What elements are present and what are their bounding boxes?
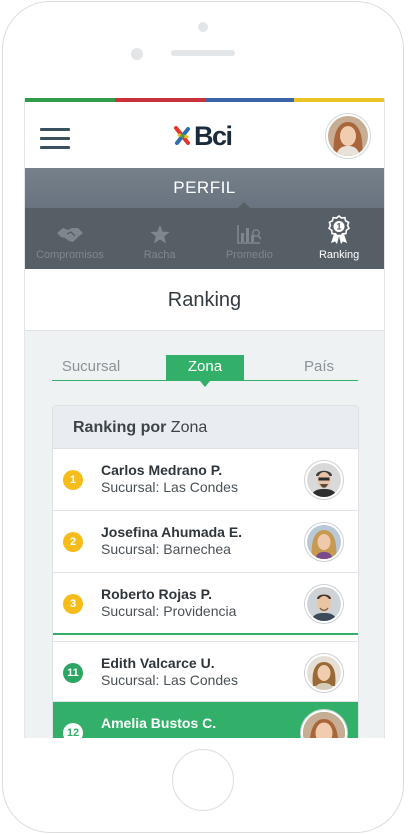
ranking-card: Ranking por Zona 1 Carlos Medrano P. Suc… [52,405,359,738]
page-title: Ranking [25,269,384,331]
ranking-card-header: Ranking por Zona [53,406,358,449]
employee-avatar [301,710,347,738]
employee-name: Roberto Rojas P. [101,586,212,602]
employee-name: Josefina Ahumada E. [101,524,243,540]
tab-label-compromisos: Compromisos [35,249,104,261]
tab-label-ranking: Ranking [318,249,360,261]
tab-promedio[interactable]: Promedio [205,208,295,269]
rank-badge: 12 [63,723,83,738]
ranking-row[interactable]: 3 Roberto Rojas P. Sucursal: Providencia [53,573,358,635]
bci-logo-text: Bci [194,120,233,151]
proximity-sensor [131,48,143,60]
ranking-row[interactable]: 2 Josefina Ahumada E. Sucursal: Barneche… [53,511,358,573]
tab-racha[interactable]: Racha [115,208,205,269]
ranking-row-current-user[interactable]: 12 Amelia Bustos C. [53,702,358,738]
rank-badge: 1 [63,470,83,490]
rank-badge: 3 [63,594,83,614]
phone-frame: Bci PERFIL Compromisos Racha Promedio 1 … [0,0,408,835]
perfil-bar: PERFIL [25,168,384,209]
bci-logo-mark [173,124,193,148]
ranking-card-header-scope: Zona [166,419,208,436]
home-button[interactable] [172,749,234,811]
employee-avatar [305,461,343,499]
tab-label-promedio: Promedio [225,249,273,261]
earpiece-speaker [171,50,235,56]
employee-avatar [305,654,343,692]
star-icon [150,225,170,244]
ranking-scope-tabs: Sucursal Zona País [52,355,358,387]
handshake-icon [56,228,83,242]
employee-name: Edith Valcarce U. [101,655,215,671]
front-camera [198,22,208,32]
perfil-title: PERFIL [173,178,236,197]
profile-tabs: Compromisos Racha Promedio 1 Ranking [25,208,384,269]
ranking-row[interactable]: 11 Edith Valcarce U. Sucursal: Las Conde… [53,641,358,702]
employee-branch: Sucursal: Las Condes [101,479,238,495]
employee-branch: Sucursal: Providencia [101,603,237,619]
employee-name: Amelia Bustos C. [101,715,217,731]
ranking-card-header-bold: Ranking por [73,419,167,436]
app-screen: Bci PERFIL Compromisos Racha Promedio 1 … [24,98,385,738]
chart-icon [237,225,262,244]
employee-branch: Sucursal: Las Condes [101,672,238,688]
bci-logo: Bci [173,120,233,151]
employee-branch: Sucursal: Barnechea [101,541,231,557]
top-bar: Bci [25,102,384,168]
tab-label-racha: Racha [143,249,176,261]
subtab-sucursal[interactable]: Sucursal [52,355,130,380]
employee-name: Carlos Medrano P. [101,462,223,478]
subtab-zona[interactable]: Zona [166,355,244,387]
rank-badge: 2 [63,532,83,552]
hamburger-icon[interactable] [40,128,70,150]
tab-ranking[interactable]: 1 Ranking [294,208,384,269]
svg-text:1: 1 [337,222,342,232]
active-tab-pointer [237,202,251,209]
rank-badge: 11 [63,663,83,683]
user-avatar[interactable] [326,114,370,158]
ranking-row[interactable]: 1 Carlos Medrano P. Sucursal: Las Condes [53,449,358,511]
medal-icon: 1 [328,215,351,244]
tab-compromisos[interactable]: Compromisos [25,208,115,269]
employee-avatar [305,585,343,623]
employee-avatar [305,523,343,561]
subtab-pais[interactable]: País [280,355,358,380]
